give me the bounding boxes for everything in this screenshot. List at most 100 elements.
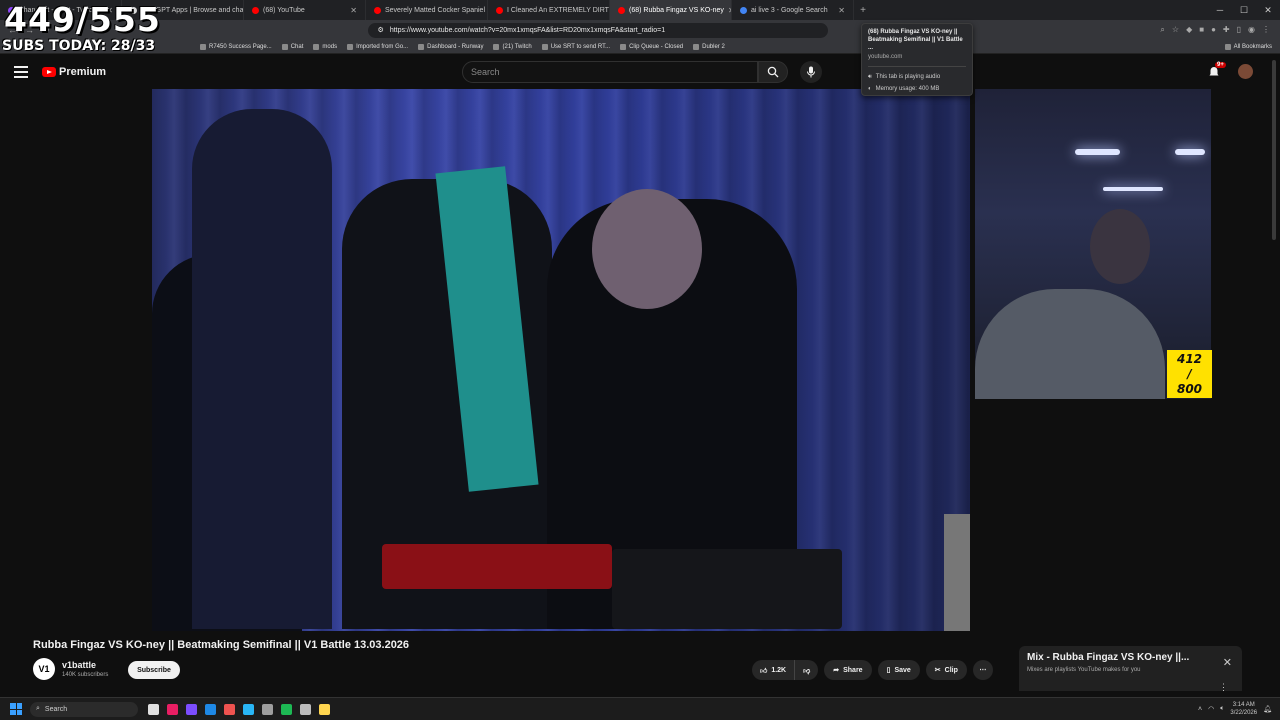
taskbar-app-icon[interactable]: [243, 703, 254, 715]
channel-name[interactable]: v1battle: [62, 660, 96, 670]
extension-icon[interactable]: ■: [1199, 25, 1204, 35]
dislike-button[interactable]: 👎︎: [794, 660, 818, 680]
taskbar-app-icon[interactable]: [186, 703, 197, 715]
system-tray: ˄ ◠ 🔈︎ 3:14 AM 3/22/2026 🔔︎: [1198, 701, 1280, 717]
bookmark-label: (21) Twitch: [502, 43, 532, 50]
windows-taskbar: ⌕ Search ˄ ◠ 🔈︎ 3:14 AM 3/22/2026 🔔︎: [0, 697, 1280, 720]
channel-avatar[interactable]: V1: [33, 658, 55, 680]
extension-icon[interactable]: ◆: [1186, 25, 1192, 35]
share-button[interactable]: ➦ Share: [824, 660, 872, 680]
taskbar-clock[interactable]: 3:14 AM 3/22/2026: [1230, 701, 1257, 717]
browser-tab[interactable]: (68) YouTube ✕: [244, 0, 366, 20]
clip-button[interactable]: ✂ Clip: [925, 660, 967, 680]
close-icon[interactable]: ✕: [1256, 0, 1280, 20]
close-tab-icon[interactable]: ✕: [350, 6, 357, 15]
page-scrollbar[interactable]: [1272, 60, 1276, 240]
subs-today-counter: SUBS TODAY: 28/33: [2, 38, 156, 54]
mix-playlist-panel[interactable]: Mix - Rubba Fingaz VS KO-ney ||... Mixes…: [1019, 646, 1242, 693]
url-field[interactable]: ⚙ https://www.youtube.com/watch?v=20mx1x…: [367, 22, 828, 38]
youtube-logo[interactable]: Premium: [42, 66, 106, 78]
hamburger-menu-icon[interactable]: [14, 66, 28, 78]
share-icon: ➦: [833, 667, 840, 674]
account-avatar[interactable]: [1238, 64, 1253, 79]
taskbar-app-icon[interactable]: [262, 703, 273, 715]
close-tab-icon[interactable]: ✕: [838, 6, 845, 15]
extensions-puzzle-icon[interactable]: ✚: [1223, 25, 1230, 35]
video-player[interactable]: [152, 89, 970, 631]
taskbar-app-icon[interactable]: [224, 703, 235, 715]
subscribe-button[interactable]: Subscribe: [128, 661, 180, 679]
microphone-icon: [807, 66, 815, 78]
tab-audio-status: This tab is playing audio: [875, 74, 941, 80]
site-info-icon[interactable]: ⚙: [378, 26, 384, 34]
tab-favicon-icon: [252, 6, 259, 14]
thumbs-up-icon: 👍︎: [760, 667, 768, 675]
all-bookmarks-label: All Bookmarks: [1233, 43, 1272, 50]
bookmark-item[interactable]: Dashboard - Runway: [418, 43, 484, 50]
extension-icon[interactable]: ●: [1211, 25, 1216, 35]
browser-toolbar: ⌕ ☆ ◆ ■ ● ✚ ▯ ◉ ⋮: [1160, 25, 1280, 35]
taskbar-app-icon[interactable]: [319, 703, 330, 715]
bookmark-label: Use SRT to send RT...: [550, 43, 611, 50]
tab-favicon-icon: [496, 6, 503, 14]
sidebar-icon[interactable]: ▯: [1237, 25, 1241, 35]
all-bookmarks-button[interactable]: All Bookmarks: [1224, 43, 1280, 50]
bookmark-item[interactable]: Imported from Go...: [347, 43, 408, 50]
browser-tab[interactable]: Severely Matted Cocker Spaniel Mix✕: [366, 0, 488, 20]
bookmark-favicon-icon: [620, 43, 627, 50]
new-tab-button[interactable]: +: [854, 5, 872, 16]
bookmark-item[interactable]: Use SRT to send RT...: [541, 43, 611, 50]
tab-favicon-icon: [740, 6, 747, 14]
minimize-icon[interactable]: ─: [1208, 0, 1232, 20]
taskbar-app-icon[interactable]: [281, 703, 292, 715]
taskbar-app-icon[interactable]: [300, 703, 311, 715]
bookmark-label: Dashboard - Runway: [427, 43, 484, 50]
volume-icon[interactable]: 🔈︎: [1220, 705, 1224, 713]
maximize-icon[interactable]: ☐: [1232, 0, 1256, 20]
browser-menu-icon[interactable]: ⋮: [1262, 25, 1270, 35]
search-button[interactable]: [758, 61, 788, 83]
more-actions-button[interactable]: ⋯: [972, 660, 993, 680]
search-icon: ⌕: [36, 705, 40, 712]
webcam-person: [1090, 209, 1150, 284]
browser-tab[interactable]: (68) Rubba Fingaz VS KO-ney✕: [610, 0, 732, 20]
like-button[interactable]: 👍︎ 1.2K: [752, 660, 794, 680]
close-icon[interactable]: ✕: [1223, 656, 1232, 669]
bookmark-item[interactable]: mods: [313, 43, 337, 50]
taskbar-app-icon[interactable]: [148, 703, 159, 715]
more-vertical-icon[interactable]: ⋮: [1219, 682, 1228, 693]
windows-start-icon[interactable]: [10, 703, 22, 715]
bookmark-item[interactable]: Dubler 2: [693, 43, 725, 50]
save-button[interactable]: ▯ Save: [877, 660, 920, 680]
taskbar-app-icon[interactable]: [167, 703, 178, 715]
webcam-light: [1175, 149, 1205, 155]
search-input[interactable]: Search: [462, 61, 758, 83]
video-figure: [592, 189, 702, 309]
chevron-up-icon[interactable]: ˄: [1198, 706, 1202, 713]
clock-date: 3/22/2026: [1230, 710, 1258, 716]
network-icon[interactable]: ◠: [1208, 705, 1214, 713]
bookmark-item[interactable]: Clip Queue - Closed: [620, 43, 684, 50]
like-dislike-group: 👍︎ 1.2K 👎︎: [752, 660, 819, 680]
browser-tab[interactable]: I Cleaned An EXTREMELY DIRTY Rug✕: [488, 0, 610, 20]
bookmark-item[interactable]: (21) Twitch: [493, 43, 532, 50]
premium-label: Premium: [59, 66, 107, 78]
taskbar-search-label: Search: [44, 705, 68, 713]
browser-tab[interactable]: ai live 3 - Google Search ✕: [732, 0, 854, 20]
notification-bell-icon[interactable]: 🔔︎: [1263, 705, 1272, 713]
tab-title: Severely Matted Cocker Spaniel Mix: [385, 6, 488, 14]
search-placeholder: Search: [471, 67, 500, 77]
memory-icon: ◐: [868, 86, 872, 92]
zoom-icon[interactable]: ⌕: [1160, 25, 1164, 35]
video-title: Rubba Fingaz VS KO-ney || Beatmaking Sem…: [33, 639, 410, 651]
taskbar-app-icon[interactable]: [205, 703, 216, 715]
voice-search-button[interactable]: [800, 61, 822, 83]
bookmark-star-icon[interactable]: ☆: [1172, 25, 1179, 35]
bookmark-label: Clip Queue - Closed: [629, 43, 684, 50]
taskbar-search[interactable]: ⌕ Search: [30, 701, 138, 717]
notifications-button[interactable]: 9+: [1208, 62, 1226, 79]
bookmark-item[interactable]: Chat: [281, 43, 303, 50]
profile-icon[interactable]: ◉: [1248, 25, 1255, 35]
bookmark-favicon-icon: [493, 43, 500, 50]
bookmark-item[interactable]: R7450 Success Page...: [200, 43, 272, 50]
